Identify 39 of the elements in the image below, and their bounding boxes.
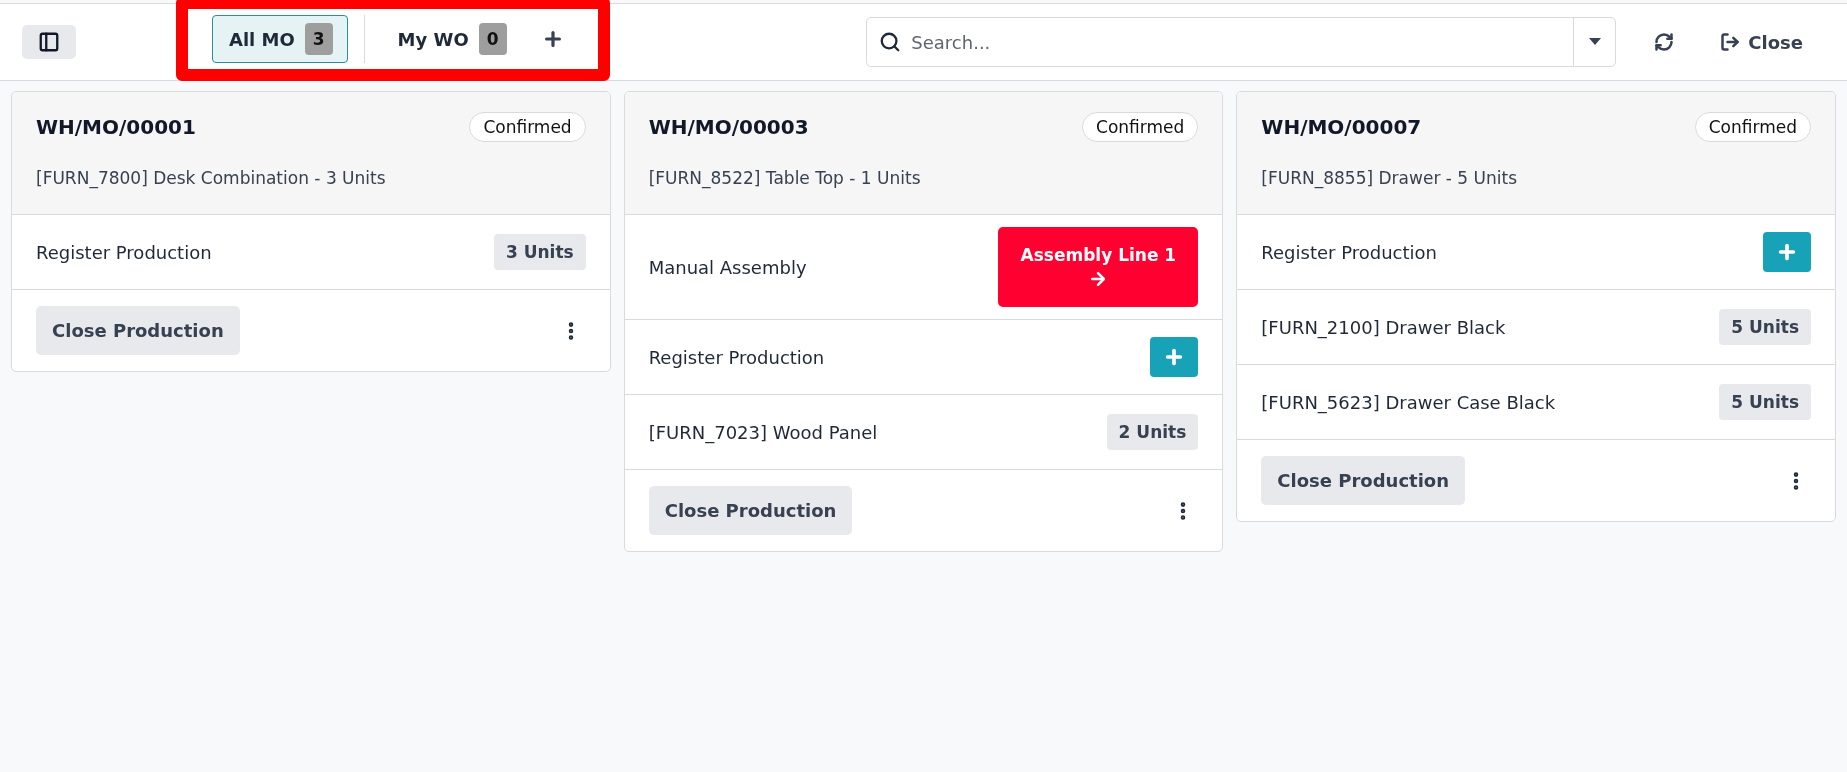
row-label: Register Production xyxy=(648,346,825,368)
order-title: WH/MO/00003 xyxy=(648,115,809,139)
product-text: [FURN_8855] Drawer - 5 Units xyxy=(1261,168,1518,188)
close-production-button[interactable]: Close Production xyxy=(36,306,240,355)
status-badge: Confirmed xyxy=(1694,112,1811,142)
search-field[interactable]: Search... xyxy=(866,17,1617,67)
search-icon xyxy=(879,31,902,53)
row-label: [FURN_7023] Wood Panel xyxy=(648,421,878,443)
filter-tab[interactable]: All MO 3 xyxy=(212,15,348,63)
product-text: [FURN_7800] Desk Combination - 3 Units xyxy=(36,168,387,188)
row-label: Register Production xyxy=(36,241,212,263)
order-title: WH/MO/00007 xyxy=(1261,115,1422,139)
count-badge: 3 xyxy=(304,23,333,55)
caret-icon xyxy=(1588,38,1601,46)
row-label: [FURN_5623] Drawer Case Black xyxy=(1261,391,1556,413)
panel-icon xyxy=(38,31,60,53)
close-production-button[interactable]: Close Production xyxy=(1261,456,1466,505)
count-badge: 0 xyxy=(478,23,507,55)
row-label: [FURN_2100] Drawer Black xyxy=(1261,316,1506,338)
close-production-button[interactable]: Close Production xyxy=(648,486,853,535)
add-button[interactable] xyxy=(1763,232,1811,272)
row-label: Manual Assembly xyxy=(648,256,807,278)
filter-tab[interactable]: My WO 0 xyxy=(380,15,522,63)
quantity-badge: 5 Units xyxy=(1719,384,1811,420)
row-label: Register Production xyxy=(1261,241,1437,263)
product-text: [FURN_8522] Table Top - 1 Units xyxy=(648,168,922,188)
plus-icon xyxy=(1776,241,1798,263)
status-badge: Confirmed xyxy=(1082,112,1199,142)
workcenter-button[interactable]: Assembly Line 1 xyxy=(998,227,1199,307)
close-button[interactable]: Close xyxy=(1712,23,1811,61)
add-button[interactable] xyxy=(1150,337,1199,377)
quantity-badge: 5 Units xyxy=(1719,309,1811,345)
status-badge: Confirmed xyxy=(469,112,586,142)
order-title: WH/MO/00001 xyxy=(36,115,196,139)
refresh-icon xyxy=(1654,32,1675,52)
quantity-badge: 2 Units xyxy=(1106,414,1199,450)
sidebar-toggle-button[interactable] xyxy=(22,25,76,59)
quantity-badge: 3 Units xyxy=(493,234,586,270)
exit-icon xyxy=(1720,32,1741,52)
